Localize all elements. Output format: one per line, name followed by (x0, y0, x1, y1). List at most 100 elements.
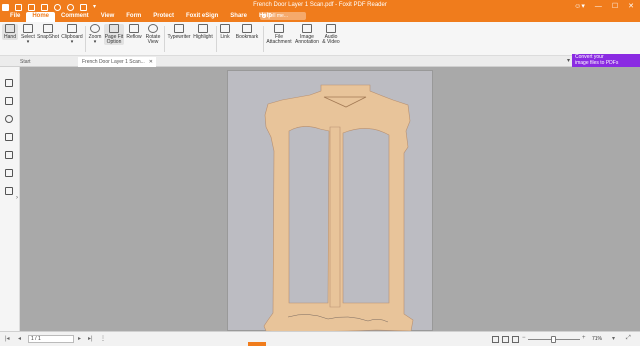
zoom-dropdown-icon[interactable]: ▾ (612, 335, 615, 342)
audio-video-label-2: & Video (322, 39, 340, 45)
reflow-icon (129, 24, 139, 33)
rotate-view-button[interactable]: Rotate View (144, 24, 162, 45)
promo-line-2: image files to PDFs (575, 59, 619, 66)
menu-share[interactable]: Share (224, 12, 253, 22)
tell-me-search[interactable]: Tell me... (260, 12, 306, 20)
minimize-button[interactable]: — (595, 3, 602, 10)
comments-panel-icon[interactable] (5, 115, 13, 123)
camera-icon (43, 24, 53, 33)
fullscreen-icon[interactable]: ⤢ (626, 335, 631, 342)
navigation-panel: › (0, 67, 20, 331)
ribbon-separator (216, 26, 217, 52)
menu-protect[interactable]: Protect (147, 12, 180, 22)
link-icon (220, 24, 230, 33)
facing-view-icon[interactable] (512, 336, 519, 343)
rotate-icon (148, 24, 158, 33)
zoom-level[interactable]: 71% (592, 336, 602, 342)
close-tab-icon[interactable]: ✕ (149, 57, 153, 67)
attachments-panel-icon[interactable] (5, 151, 13, 159)
highlight-button[interactable]: Highlight (193, 24, 213, 40)
clipboard-icon (67, 24, 77, 33)
bookmarks-panel-icon[interactable] (5, 79, 13, 87)
layers-panel-icon[interactable] (5, 133, 13, 141)
tab-document-label: French Door Layer 1 Scan... (82, 59, 145, 65)
convert-promo-banner[interactable]: Convert your image files to PDFs (572, 54, 640, 67)
signatures-panel-icon[interactable] (5, 187, 13, 195)
page-navigation-menu-icon[interactable]: ⋮ (100, 335, 106, 342)
hand-tool-button[interactable]: Hand (2, 24, 18, 40)
menu-comment[interactable]: Comment (55, 12, 95, 22)
menu-foxit-esign[interactable]: Foxit eSign (180, 12, 224, 22)
account-icon[interactable]: ☺▾ (574, 2, 585, 10)
security-panel-icon[interactable] (5, 169, 13, 177)
paperclip-icon (274, 24, 284, 33)
zoom-button[interactable]: Zoom ▾ (88, 24, 102, 45)
tab-document[interactable]: French Door Layer 1 Scan... ✕ (78, 57, 156, 67)
first-page-icon[interactable]: |◂ (5, 335, 10, 342)
continuous-view-icon[interactable] (502, 336, 509, 343)
highlight-label: Highlight (193, 34, 213, 40)
document-tab-bar: Start French Door Layer 1 Scan... ✕ ▾ (0, 56, 572, 67)
ribbon-toolbar: Hand Select ▾ SnapShot Clipboard ▾ Zoom … (0, 22, 640, 56)
image-annotation-label-2: Annotation (295, 39, 319, 45)
ribbon-separator (164, 26, 165, 52)
rotate-label-2: View (147, 39, 159, 45)
page-fit-icon (109, 24, 119, 33)
expand-panel-icon[interactable]: › (16, 195, 18, 201)
page-fit-label-2: Option (106, 39, 122, 45)
hand-icon (5, 24, 15, 33)
media-icon (326, 24, 336, 33)
magnifier-icon (90, 24, 100, 33)
tab-start[interactable]: Start (16, 57, 76, 67)
bookmark-label: Bookmark (235, 34, 259, 40)
tab-list-icon[interactable]: ▾ (567, 57, 570, 64)
reflow-label: Reflow (126, 34, 142, 40)
snapshot-button[interactable]: SnapShot (37, 24, 59, 40)
ribbon-separator (263, 26, 264, 52)
title-bar: ▾ French Door Layer 1 Scan.pdf - Foxit P… (0, 0, 640, 22)
pdf-page[interactable] (227, 70, 433, 332)
audio-video-button[interactable]: Audio & Video (321, 24, 341, 45)
window-title: French Door Layer 1 Scan.pdf - Foxit PDF… (253, 2, 387, 8)
bookmark-icon (242, 24, 252, 33)
next-page-icon[interactable]: ▸ (78, 335, 81, 342)
maximize-button[interactable]: ☐ (612, 2, 618, 10)
reflow-button[interactable]: Reflow (126, 24, 142, 40)
link-label: Link (220, 34, 230, 40)
page-number-input[interactable]: 1 / 1 (28, 335, 74, 343)
ribbon-separator (85, 26, 86, 52)
highlighter-icon (198, 24, 208, 33)
clipboard-button[interactable]: Clipboard ▾ (61, 24, 83, 45)
bookmark-button[interactable]: Bookmark (234, 24, 260, 40)
loading-progress-bar (248, 342, 266, 346)
menu-file[interactable]: File (4, 12, 26, 22)
status-bar: |◂ ◂ 1 / 1 ▸ ▸| ⋮ − + 71% ▾ ⤢ (0, 331, 640, 346)
typewriter-icon (174, 24, 184, 33)
menu-bar: File Home Comment View Form Protect Foxi… (0, 12, 640, 22)
link-button[interactable]: Link (219, 24, 231, 40)
file-attachment-button[interactable]: File Attachment (265, 24, 293, 45)
image-annotation-button[interactable]: Image Annotation (294, 24, 320, 45)
file-attachment-label-2: Attachment (266, 39, 292, 45)
zoom-in-icon[interactable]: + (582, 335, 586, 341)
cursor-icon (23, 24, 33, 33)
zoom-slider-thumb[interactable] (551, 336, 556, 343)
close-button[interactable]: ✕ (628, 2, 634, 10)
scanned-door-frame-image (263, 84, 414, 332)
menu-form[interactable]: Form (120, 12, 147, 22)
last-page-icon[interactable]: ▸| (88, 335, 93, 342)
typewriter-button[interactable]: Typewriter (167, 24, 191, 40)
snapshot-label: SnapShot (37, 34, 59, 40)
previous-page-icon[interactable]: ◂ (18, 335, 21, 342)
typewriter-label: Typewriter (167, 34, 191, 40)
menu-home[interactable]: Home (26, 12, 56, 22)
page-thumbnails-icon[interactable] (5, 97, 13, 105)
window-controls: ☺▾ — ☐ ✕ (574, 2, 634, 11)
menu-view[interactable]: View (95, 12, 121, 22)
select-tool-button[interactable]: Select ▾ (20, 24, 36, 45)
zoom-dropdown-icon: ▾ (93, 39, 97, 45)
single-page-view-icon[interactable] (492, 336, 499, 343)
page-fit-option-button[interactable]: Page Fit Option (104, 24, 124, 45)
clipboard-dropdown-icon: ▾ (70, 39, 74, 45)
zoom-out-icon[interactable]: − (522, 335, 526, 341)
